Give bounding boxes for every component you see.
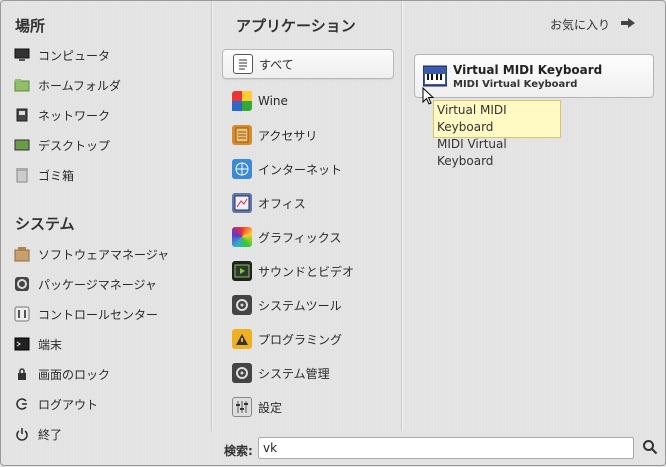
system-label: 終了	[38, 427, 63, 442]
tooltip-line: MIDI Virtual Keyboard	[437, 137, 507, 168]
administration-icon	[232, 363, 252, 383]
category-label: システムツール	[258, 298, 342, 313]
category-label: Wine	[258, 94, 288, 108]
system-label: 端末	[38, 337, 63, 352]
logout-icon	[13, 395, 31, 413]
place-label: デスクトップ	[38, 138, 111, 153]
system-label: 画面のロック	[38, 367, 111, 382]
all-icon	[233, 54, 253, 74]
categories-list: すべて Wine アクセサリ インターネット オフィス グラフィックス サウンド…	[212, 1, 402, 431]
system-control-center[interactable]: コントロールセンター	[13, 301, 203, 327]
app-tooltip: Virtual MIDI Keyboard MIDI Virtual Keybo…	[433, 100, 561, 168]
place-label: ホームフォルダ	[38, 78, 121, 93]
category-administration[interactable]: システム管理	[222, 358, 394, 388]
power-icon	[13, 425, 31, 443]
search-label: 検索:	[224, 444, 253, 458]
place-network[interactable]: ネットワーク	[13, 102, 203, 128]
category-label: プログラミング	[258, 332, 343, 347]
system-software-manager[interactable]: ソフトウェアマネージャ	[13, 241, 203, 267]
network-icon	[13, 106, 31, 124]
system-package-manager[interactable]: パッケージマネージャ	[13, 271, 203, 297]
app-description: MIDI Virtual Keyboard	[453, 78, 578, 90]
category-label: オフィス	[258, 196, 306, 211]
category-programming[interactable]: プログラミング	[222, 324, 394, 354]
place-label: コンピュータ	[38, 48, 111, 63]
category-settings[interactable]: 設定	[222, 392, 394, 422]
system-title: システム	[15, 215, 75, 233]
category-graphics[interactable]: グラフィックス	[222, 222, 394, 252]
trash-icon	[13, 166, 31, 184]
category-sound-video[interactable]: サウンドとビデオ	[222, 256, 394, 286]
settings-icon	[232, 397, 252, 417]
system-quit[interactable]: 終了	[13, 421, 203, 447]
category-internet[interactable]: インターネット	[222, 154, 394, 184]
places-title: 場所	[15, 17, 46, 35]
place-label: ゴミ箱	[38, 168, 75, 183]
sound-video-icon	[232, 261, 252, 281]
category-label: システム管理	[258, 366, 330, 381]
tooltip-line: Virtual MIDI Keyboard	[437, 103, 507, 134]
computer-icon	[13, 46, 31, 64]
place-trash[interactable]: ゴミ箱	[13, 162, 203, 188]
terminal-icon	[13, 335, 31, 353]
control-center-icon	[13, 305, 31, 323]
system-logout[interactable]: ログアウト	[13, 391, 203, 417]
system-label: ログアウト	[38, 397, 99, 412]
place-desktop[interactable]: デスクトップ	[13, 132, 203, 158]
mouse-cursor-icon	[422, 86, 435, 108]
internet-icon	[232, 159, 252, 179]
home-folder-icon	[13, 76, 31, 94]
place-computer[interactable]: コンピュータ	[13, 42, 203, 68]
lock-icon	[13, 365, 31, 383]
category-label: すべて	[259, 57, 294, 72]
system-label: パッケージマネージャ	[38, 277, 157, 292]
results-panel: Virtual MIDI Keyboard MIDI Virtual Keybo…	[402, 1, 666, 431]
category-label: アクセサリ	[258, 128, 318, 143]
place-home-folder[interactable]: ホームフォルダ	[13, 72, 203, 98]
software-manager-icon	[13, 245, 31, 263]
search-input[interactable]	[258, 437, 634, 459]
category-label: サウンドとビデオ	[258, 264, 355, 279]
desktop-icon	[13, 136, 31, 154]
system-tools-icon	[232, 295, 252, 315]
search-icon[interactable]	[642, 439, 658, 458]
category-label: インターネット	[258, 162, 343, 177]
category-all[interactable]: すべて	[222, 49, 394, 79]
office-icon	[232, 193, 252, 213]
application-menu: 場所 コンピュータ ホームフォルダ ネットワーク デスクトップ ゴミ箱 システム…	[0, 0, 666, 466]
sidebar: 場所 コンピュータ ホームフォルダ ネットワーク デスクトップ ゴミ箱 システム…	[1, 1, 211, 467]
category-accessories[interactable]: アクセサリ	[222, 120, 394, 150]
system-label: コントロールセンター	[38, 307, 159, 322]
search-bar: 検索:	[212, 431, 666, 466]
app-virtual-midi-keyboard[interactable]: Virtual MIDI Keyboard MIDI Virtual Keybo…	[414, 54, 654, 98]
wine-icon	[232, 91, 252, 111]
place-label: ネットワーク	[38, 108, 111, 123]
category-wine[interactable]: Wine	[222, 86, 394, 116]
system-label: ソフトウェアマネージャ	[38, 247, 170, 262]
system-lock-screen[interactable]: 画面のロック	[13, 361, 203, 387]
category-system-tools[interactable]: システムツール	[222, 290, 394, 320]
category-label: グラフィックス	[258, 230, 342, 245]
accessories-icon	[232, 125, 252, 145]
midi-keyboard-icon	[423, 64, 447, 88]
package-manager-icon	[13, 275, 31, 293]
graphics-icon	[232, 227, 252, 247]
app-name: Virtual MIDI Keyboard	[453, 62, 603, 77]
system-terminal[interactable]: 端末	[13, 331, 203, 357]
category-label: 設定	[258, 400, 283, 415]
category-office[interactable]: オフィス	[222, 188, 394, 218]
programming-icon	[232, 329, 252, 349]
